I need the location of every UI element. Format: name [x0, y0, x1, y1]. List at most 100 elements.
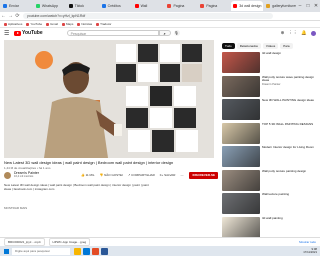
browser-tab[interactable]: 3d wall design [231, 1, 264, 11]
tab-favicon-icon [200, 4, 205, 8]
filter-chip[interactable]: Tudo [222, 43, 235, 49]
browser-tab[interactable]: WhatsApp [34, 1, 66, 11]
bookmarks-bar: Aplicativos YouTube Gmail Maps Notícias Tradu… [0, 21, 320, 28]
recommendation-channel: Dream's Painter [262, 82, 281, 86]
recommendation-thumbnail[interactable] [222, 75, 260, 97]
more-options-icon[interactable]: ⋯ [180, 173, 183, 177]
bookmark-item[interactable]: Aplicativos [4, 22, 22, 26]
recommendation-item[interactable]: New 3D WALL PAINTING design ideas [222, 99, 318, 121]
maximize-icon[interactable]: □ [304, 3, 312, 9]
browser-tab[interactable]: Wall [133, 1, 165, 11]
tab-label: Tiktok [74, 4, 84, 8]
browser-tab[interactable]: Créditos [100, 1, 132, 11]
forward-icon[interactable]: → [7, 13, 14, 19]
recommendation-item[interactable]: Wall texture painting [222, 193, 318, 215]
bookmark-item[interactable]: Gmail [46, 22, 58, 26]
recommendation-thumbnail[interactable] [222, 52, 260, 73]
show-all-downloads-link[interactable]: Mostrar tudo [299, 240, 316, 244]
recommendation-item[interactable]: Wall putty texture wave painting design … [222, 75, 318, 98]
recommendation-title[interactable]: 3d wall painting [262, 217, 283, 220]
browser-tab[interactable]: Tiktok [67, 1, 99, 11]
browser-tab[interactable]: Pagina [198, 1, 230, 11]
recommendation-info: Modern Interior design for Living Room [262, 146, 314, 168]
save-button[interactable]: ≡+ SALVAR [160, 173, 176, 177]
dislike-button[interactable]: 👎 NÃO GOSTEI [100, 173, 123, 177]
create-video-icon[interactable]: ⊕ [281, 30, 285, 36]
minimize-icon[interactable]: – [296, 3, 304, 9]
sidebar-filter-chips: Tudo Relacionados Vídeos Para [222, 42, 320, 50]
taskbar-app-icon[interactable] [74, 247, 81, 255]
taskbar-app-icon[interactable] [92, 247, 99, 255]
bookmark-item[interactable]: Notícias [77, 22, 92, 26]
browser-tab-bar: Enviar WhatsApp Tiktok Créditos Wall Pagina Pa… [0, 0, 320, 12]
browser-tab[interactable]: galleryfurnitures [264, 1, 296, 11]
recommendation-title[interactable]: New 3D WALL PAINTING design ideas [262, 99, 314, 102]
taskbar-app-icon[interactable] [101, 247, 108, 255]
search-input[interactable]: Pesquisar [66, 30, 159, 36]
tab-label: Enviar [9, 4, 19, 8]
filter-chip[interactable]: Vídeos [262, 43, 279, 49]
browser-tab[interactable]: Enviar [1, 1, 33, 11]
recommendation-title[interactable]: 3d wall design [262, 52, 281, 55]
recommendation-title[interactable]: Wall putty texture painting design [262, 170, 306, 173]
recommendation-title[interactable]: TOP 5 3D WALL PAINTING DESIGNS [262, 123, 313, 126]
save-label: SALVAR [164, 173, 176, 177]
apps-grid-icon[interactable]: ⋮⋮ [288, 30, 297, 36]
download-item[interactable]: HPWC-App Image....jpeg [48, 238, 91, 246]
recommendation-title[interactable]: Wall texture painting [262, 193, 289, 196]
recommendation-info: Wall putty texture painting design [262, 170, 306, 192]
search-icon[interactable]: ⌕ [158, 30, 171, 36]
notifications-bell-icon[interactable]: 🔔 [301, 30, 307, 36]
youtube-logo[interactable]: YouTube [14, 30, 43, 36]
bookmark-icon [77, 22, 81, 26]
bookmark-item[interactable]: YouTube [26, 22, 42, 26]
windows-start-icon[interactable] [2, 247, 10, 255]
video-player[interactable] [4, 40, 214, 158]
recommendation-thumbnail[interactable] [222, 146, 260, 167]
recommendation-title[interactable]: Modern Interior design for Living Room [262, 146, 314, 149]
channel-avatar[interactable] [4, 171, 11, 179]
recommendation-item[interactable]: 3d wall design [222, 52, 318, 74]
recommendation-item[interactable]: TOP 5 3D WALL PAINTING DESIGNS [222, 122, 318, 145]
recommendation-thumbnail[interactable] [222, 216, 260, 238]
youtube-logo-text: YouTube [22, 30, 43, 36]
tab-favicon-icon [35, 4, 40, 8]
filter-chip[interactable]: Relacionados [236, 43, 261, 49]
show-more-button[interactable]: MOSTRAR MAIS [4, 206, 27, 210]
hamburger-menu-icon[interactable]: ☰ [4, 30, 12, 37]
window-controls: – □ ✕ [296, 3, 320, 9]
avatar[interactable] [311, 30, 316, 36]
tab-favicon-icon [266, 4, 271, 8]
video-description: New Latest 3D wall design ideas | wall p… [4, 183, 149, 191]
taskbar-search-input[interactable]: Digite aqui para pesquisar [12, 247, 70, 255]
recommendation-title[interactable]: Wall putty texture wave painting design … [262, 76, 314, 83]
recommendation-item[interactable]: Modern Interior design for Living Room [222, 146, 318, 168]
download-item[interactable]: BRC000021_ipyz....mp4 [4, 238, 45, 246]
subscribe-button[interactable]: INSCREVER-SE [189, 171, 218, 179]
share-button[interactable]: ↗ COMPARTILHAR [128, 173, 155, 177]
share-label: COMPARTILHAR [131, 173, 155, 177]
reload-icon[interactable]: ⟳ [14, 13, 21, 19]
recommendation-thumbnail[interactable] [222, 169, 260, 191]
recommendation-info: 3d wall design [262, 52, 281, 74]
bookmark-item[interactable]: Maps [61, 22, 73, 26]
back-icon[interactable]: ← [0, 13, 7, 19]
browser-tab[interactable]: Pagina [165, 1, 197, 11]
close-icon[interactable]: ✕ [312, 3, 320, 9]
url-input[interactable]: youtube.com/watch?v=yHzl_kpN1Rdf [23, 13, 273, 19]
recommendation-thumbnail[interactable] [222, 122, 260, 144]
filter-chip[interactable]: Para [280, 43, 293, 49]
recommendation-item[interactable]: 3d wall painting [222, 216, 318, 239]
recommendation-item[interactable]: Wall putty texture painting design [222, 169, 318, 192]
like-button[interactable]: 👍 11 MIL [81, 173, 95, 177]
system-tray-clock[interactable]: 9:08 17/11/2021 [303, 247, 317, 255]
tab-label: Wall [140, 4, 148, 8]
bookmark-icon [4, 22, 7, 26]
like-count: 11 MIL [85, 173, 95, 177]
taskbar-app-icon[interactable] [83, 247, 90, 255]
bookmark-item[interactable]: Tradutor [96, 22, 111, 26]
tab-label: Pagina [173, 4, 185, 8]
recommendation-thumbnail[interactable] [222, 193, 260, 214]
recommendation-thumbnail[interactable] [222, 99, 260, 120]
microphone-icon[interactable]: 🎙 [173, 30, 180, 36]
